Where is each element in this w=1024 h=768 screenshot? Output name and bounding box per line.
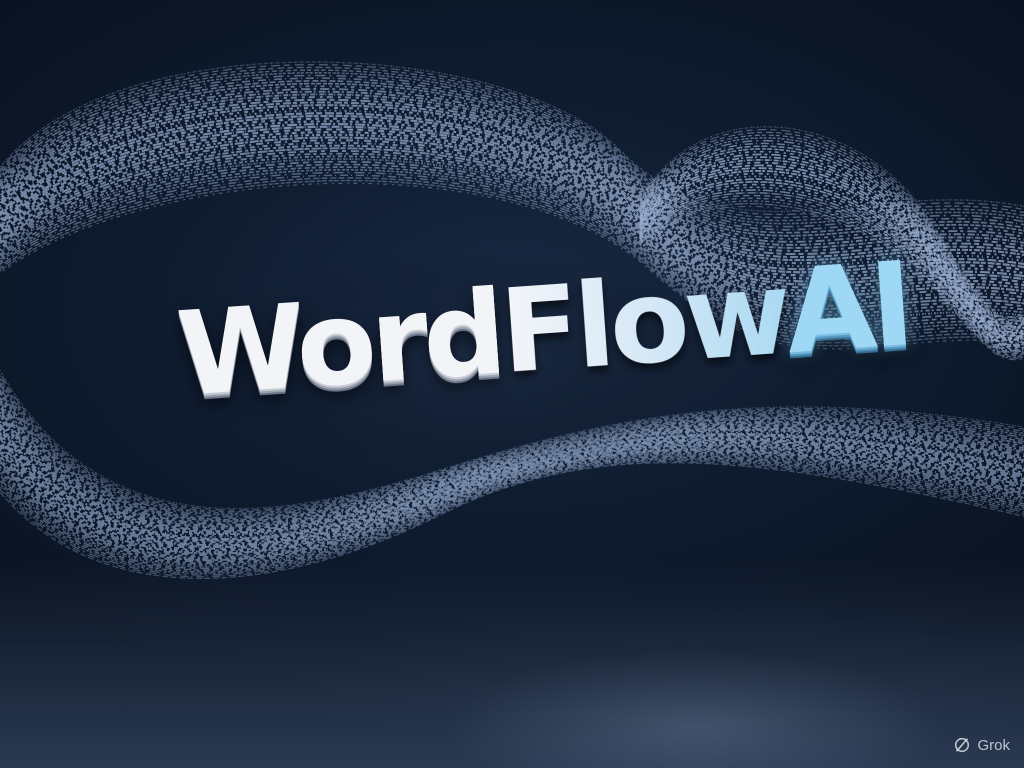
- logo-part-word: Word: [173, 265, 506, 423]
- watermark-label: Grok: [977, 736, 1010, 754]
- scene: WordFlowAI Grok: [0, 0, 1024, 768]
- logo-part-ai: AI: [781, 237, 914, 381]
- grok-watermark: Grok: [953, 736, 1010, 754]
- grok-logo-icon: [955, 737, 970, 753]
- logo-part-flow: Flow: [496, 245, 791, 401]
